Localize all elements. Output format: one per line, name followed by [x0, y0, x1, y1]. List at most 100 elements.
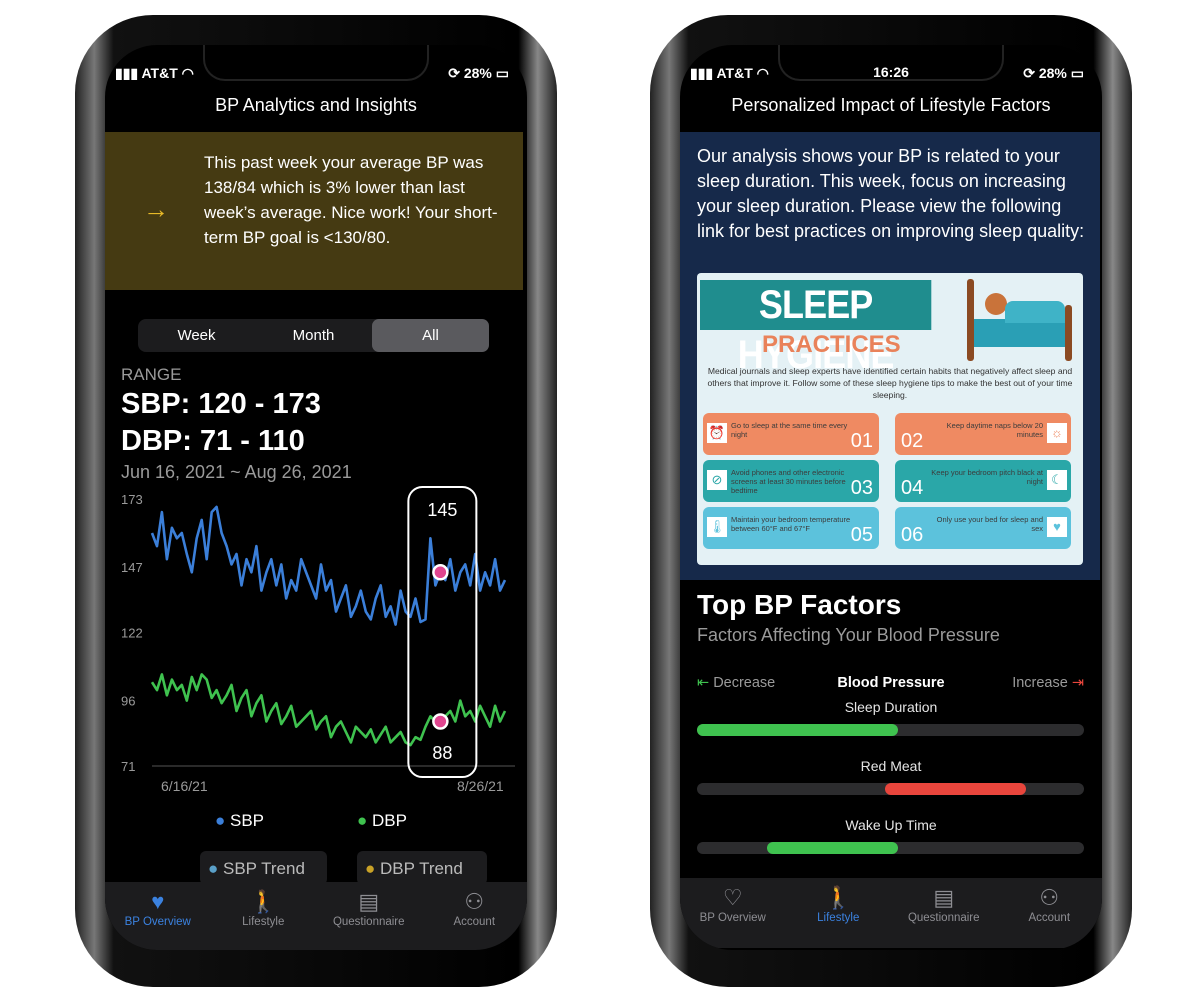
factors-title: Top BP Factors	[697, 589, 902, 620]
infographic-subtitle: PRACTICES	[762, 331, 901, 358]
segment-all[interactable]: All	[372, 319, 489, 352]
y-tick-label: 147	[121, 560, 143, 575]
increase-text: Increase	[1012, 675, 1068, 691]
legend-dbp: ● DBP	[357, 811, 407, 831]
insight-text: This past week your average BP was 138/8…	[204, 153, 498, 247]
tab-label: Lifestyle	[817, 912, 860, 924]
bed-icon: ♥	[1047, 517, 1067, 537]
bp-chart[interactable]: 173 147 122 96 71 6/16/21 8/26/21 145 88	[105, 485, 527, 805]
sleep-tip: ⏰ Go to sleep at the same time every nig…	[703, 413, 879, 455]
sleep-tip-number: 04	[901, 477, 924, 499]
sleep-tip-number: 03	[850, 477, 873, 499]
arrow-right-bar-icon: ⇥	[1067, 675, 1084, 691]
tab-lifestyle[interactable]: 🚶 Lifestyle	[211, 882, 317, 950]
selection-box[interactable]	[407, 486, 478, 778]
sleep-tip-number: 01	[850, 430, 873, 452]
factor-bar	[697, 724, 1084, 736]
person-icon: ⚇	[464, 889, 485, 914]
page-title: BP Analytics and Insights	[215, 95, 417, 115]
dbp-trend-dot-icon: ●	[365, 859, 380, 878]
tab-label: Questionnaire	[332, 916, 405, 928]
date-range: Jun 16, 2021 ~ Aug 26, 2021	[121, 462, 352, 482]
sleep-tip-text: Keep daytime naps below 20 minutes	[946, 421, 1043, 439]
sleep-tip-number: 05	[850, 524, 873, 546]
sleep-tip-number: 06	[901, 524, 924, 546]
dbp-trend-chip[interactable]: ● DBP Trend	[357, 851, 487, 885]
sbp-trend-label: SBP Trend	[223, 859, 305, 878]
factor-bar	[697, 842, 1084, 854]
sleep-hygiene-infographic-link[interactable]: SLEEP HYGIENE PRACTICES Medical journals…	[697, 273, 1083, 565]
tab-label: BP Overview	[124, 916, 191, 928]
battery-icon: ▭	[1070, 65, 1084, 81]
sbp-trend-dot-icon: ●	[208, 859, 223, 878]
tab-questionnaire[interactable]: ▤ Questionnaire	[891, 878, 997, 948]
tab-label: Lifestyle	[242, 916, 285, 928]
analysis-text: Our analysis shows your BP is related to…	[697, 146, 1085, 241]
heart-icon: ♥	[151, 889, 165, 914]
x-tick-label: 6/16/21	[161, 778, 208, 794]
status-carrier: ▮▮▮ AT&T ◠	[115, 65, 194, 82]
factor-bar-fill	[884, 783, 1026, 795]
infographic-intro: Medical journals and sleep experts have …	[707, 366, 1073, 400]
thermometer-icon: 🌡	[707, 517, 727, 537]
sbp-range: SBP: 120 - 173	[121, 388, 321, 420]
tab-label: Account	[1028, 912, 1071, 924]
y-tick-label: 96	[121, 694, 135, 709]
insight-banner: → This past week your average BP was 138…	[105, 132, 523, 290]
sleeping-bed-illustration	[965, 279, 1077, 361]
sleep-tip: ♥ Only use your bed for sleep and sex 06	[895, 507, 1071, 549]
heart-outline-icon: ♡	[722, 885, 743, 910]
sleep-tip-text: Avoid phones and other electronic screen…	[731, 468, 846, 495]
y-tick-label: 71	[121, 759, 135, 774]
tab-lifestyle[interactable]: 🚶 Lifestyle	[786, 878, 892, 948]
x-tick-label: 8/26/21	[457, 778, 504, 794]
carrier: AT&T	[141, 65, 178, 81]
factor-label: Red Meat	[860, 758, 922, 774]
tab-label: Account	[453, 916, 496, 928]
page-title: Personalized Impact of Lifestyle Factors	[731, 95, 1051, 115]
battery-percent: 28%	[1038, 65, 1067, 81]
tab-account[interactable]: ⚇ Account	[422, 882, 528, 950]
dbp-selected-point	[432, 713, 449, 730]
arrow-right-icon: →	[143, 194, 169, 224]
no-phone-icon: ⊘	[707, 470, 727, 490]
dbp-trend-label: DBP Trend	[380, 859, 463, 878]
sleep-tip-number: 02	[901, 430, 924, 452]
sleep-tip: 🌡 Maintain your bedroom temperature betw…	[703, 507, 879, 549]
sleep-tip: ⊘ Avoid phones and other electronic scre…	[703, 460, 879, 502]
tab-questionnaire[interactable]: ▤ Questionnaire	[316, 882, 422, 950]
analysis-panel: Our analysis shows your BP is related to…	[680, 132, 1100, 580]
factor-bar	[697, 783, 1084, 795]
tab-account[interactable]: ⚇ Account	[997, 878, 1103, 948]
selected-dbp-value: 88	[432, 743, 452, 763]
moon-icon: ☾	[1047, 470, 1067, 490]
sbp-trend-chip[interactable]: ● SBP Trend	[200, 851, 327, 885]
lock-rotation-icon: ⟳	[1023, 65, 1039, 81]
tab-bp-overview[interactable]: ♡ BP Overview	[680, 878, 786, 948]
right-phone: ▮▮▮ AT&T ◠ 16:26 ⟳ 28% ▭ Personalized Im…	[650, 15, 1132, 987]
segment-week[interactable]: Week	[138, 319, 255, 352]
wifi-icon: ◠	[181, 65, 194, 81]
y-tick-label: 173	[121, 492, 143, 507]
sbp-dot-icon: ●	[215, 811, 230, 830]
increase-label: Increase ⇥	[1012, 675, 1084, 691]
sbp-selected-point	[432, 564, 449, 581]
questionnaire-icon: ▤	[933, 885, 955, 910]
tab-bp-overview[interactable]: ♥ BP Overview	[105, 882, 211, 950]
legend-sbp-label: SBP	[230, 811, 265, 830]
factor-bar-fill	[697, 724, 899, 736]
infographic-title: SLEEP HYGIENE	[700, 280, 932, 377]
factor-label: Wake Up Time	[845, 817, 937, 833]
range-segmented-control[interactable]: Week Month All	[138, 319, 489, 352]
alarm-clock-icon: ⏰	[707, 423, 727, 443]
notch	[203, 45, 429, 81]
sleep-tip-text: Only use your bed for sleep and sex	[936, 515, 1043, 533]
dbp-dot-icon: ●	[357, 811, 372, 830]
factor-bar-fill	[766, 842, 899, 854]
segment-month[interactable]: Month	[255, 319, 372, 352]
tab-label: BP Overview	[699, 912, 766, 924]
left-screen: ▮▮▮ AT&T ◠ ⟳ 28% ▭ BP Analytics and Insi…	[105, 45, 527, 950]
sleep-tip-text: Keep your bedroom pitch black at night	[931, 468, 1043, 486]
sleep-tip: ☼ Keep daytime naps below 20 minutes 02	[895, 413, 1071, 455]
lock-rotation-icon: ⟳	[448, 65, 464, 81]
